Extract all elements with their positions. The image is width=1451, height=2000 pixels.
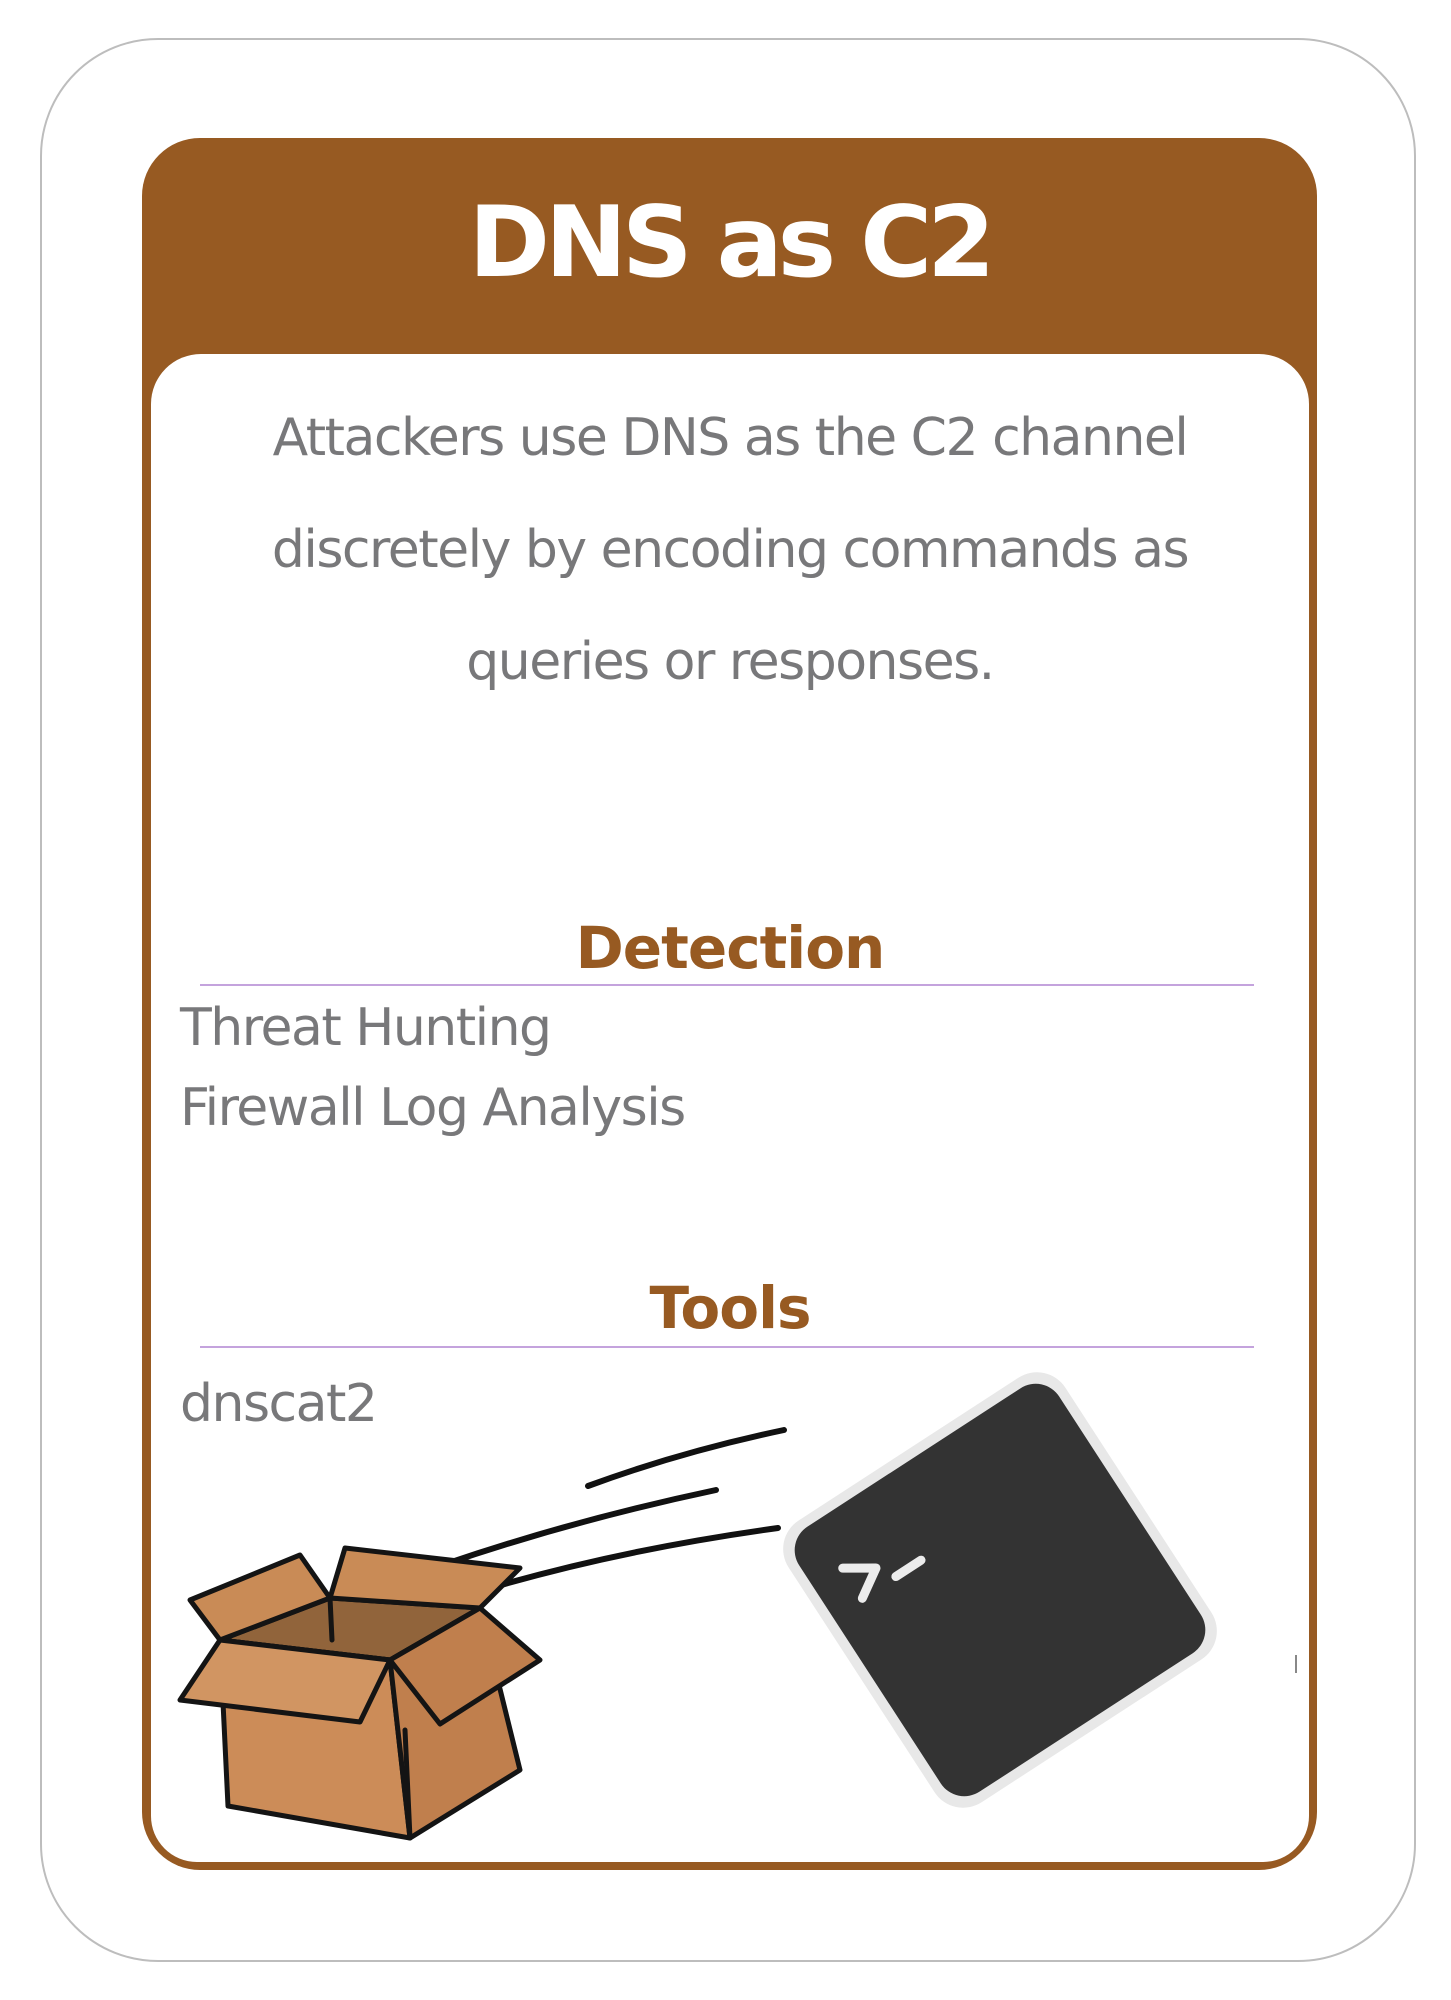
detection-item: Threat Hunting bbox=[180, 998, 552, 1058]
card-title: DNS as C2 bbox=[468, 186, 996, 300]
description-line: Attackers use DNS as the C2 channel bbox=[272, 408, 1189, 468]
detection-divider bbox=[200, 984, 1254, 986]
detection-heading: Detection bbox=[575, 914, 886, 982]
tools-divider bbox=[200, 1346, 1254, 1348]
tool-item: dnscat2 bbox=[180, 1374, 378, 1434]
description-line: queries or responses. bbox=[466, 632, 995, 692]
description-line: discretely by encoding commands as bbox=[271, 520, 1190, 580]
detection-item: Firewall Log Analysis bbox=[180, 1078, 686, 1138]
tools-list: dnscat2 bbox=[180, 1364, 1180, 1444]
tools-heading: Tools bbox=[649, 1274, 812, 1342]
detection-list: Threat Hunting Firewall Log Analysis bbox=[180, 988, 1180, 1148]
card-description: Attackers use DNS as the C2 channel disc… bbox=[200, 382, 1260, 718]
